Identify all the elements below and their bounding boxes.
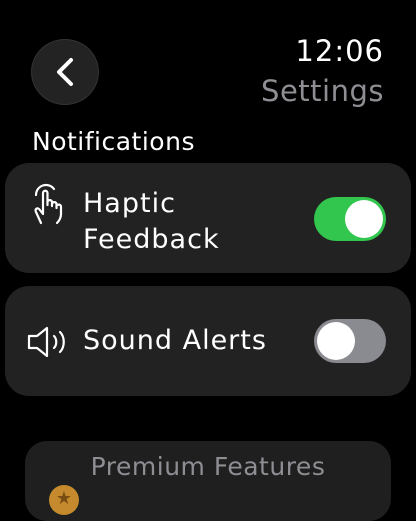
back-button[interactable] <box>31 39 99 105</box>
haptic-feedback-label: Haptic Feedback <box>83 188 220 255</box>
toggle-knob <box>317 322 355 360</box>
clock-time: 12:06 <box>295 34 384 68</box>
star-badge-icon: ★ <box>49 485 79 515</box>
sound-alerts-toggle[interactable] <box>314 319 386 363</box>
premium-features-label: Premium Features <box>90 452 326 481</box>
section-heading-notifications: Notifications <box>32 127 195 156</box>
tap-hand-icon <box>27 179 73 225</box>
toggle-knob <box>345 200 383 238</box>
speaker-icon <box>25 324 75 360</box>
page-title: Settings <box>261 74 384 108</box>
haptic-feedback-toggle[interactable] <box>314 197 386 241</box>
premium-features-card[interactable]: Premium Features ★ <box>25 441 391 521</box>
haptic-feedback-row[interactable]: Haptic Feedback <box>5 163 411 273</box>
sound-alerts-row[interactable]: Sound Alerts <box>5 286 411 396</box>
chevron-left-icon <box>57 58 73 86</box>
sound-alerts-label: Sound Alerts <box>83 325 267 356</box>
